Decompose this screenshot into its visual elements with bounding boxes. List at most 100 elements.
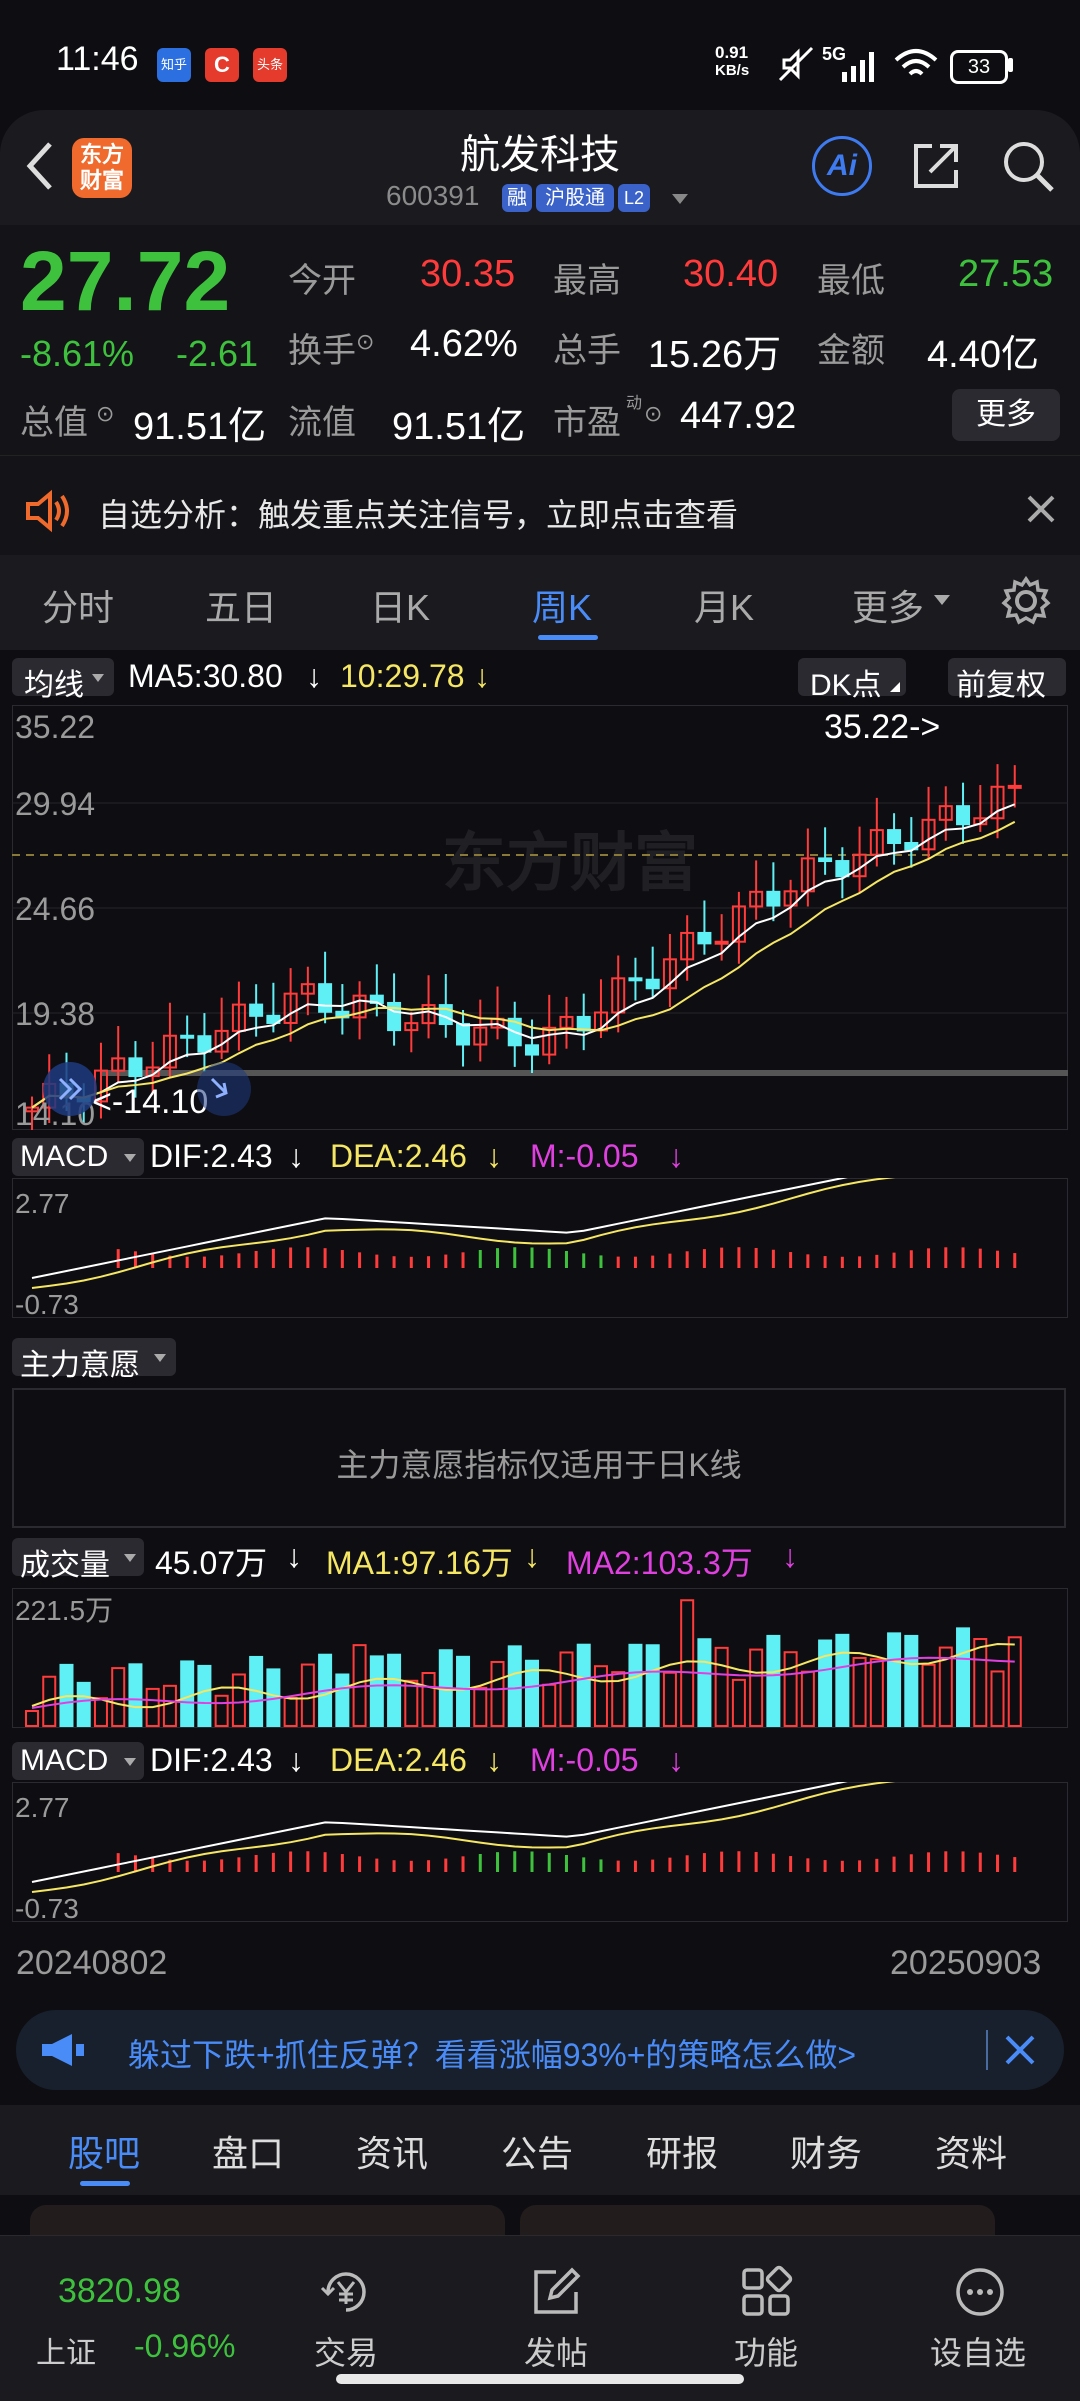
tab-research[interactable]: 研报 — [646, 2125, 718, 2177]
high-label: 最高 — [553, 262, 621, 300]
open-value: 30.35 — [420, 253, 516, 295]
dropdown-icon[interactable] — [934, 593, 950, 605]
high-value: 30.40 — [683, 253, 779, 295]
stock-header: 东方财富 航发科技 600391 融 沪股通 L2 Ai — [0, 110, 1080, 225]
volume-bar — [869, 1658, 884, 1727]
search-icon[interactable] — [1000, 138, 1056, 194]
mainforce-selector-label: 主力意愿 — [20, 1349, 140, 1382]
macd-m: M:-0.05 — [530, 1138, 639, 1174]
watermark: 东方财富 — [442, 827, 698, 899]
info-icon[interactable]: ⊙ — [644, 401, 662, 427]
ma10-value: 10:29.78 — [340, 658, 465, 694]
info-icon[interactable]: ⊙ — [356, 329, 374, 355]
macd2-chart[interactable]: 2.77 -0.73 — [12, 1782, 1068, 1922]
c-app-icon: C — [205, 48, 239, 82]
low-label: 最低 — [817, 262, 885, 300]
volume-bar — [973, 1638, 988, 1727]
share-icon[interactable] — [908, 138, 964, 194]
nav-trade[interactable]: 交易 — [300, 2256, 390, 2376]
index-value: 3820.98 — [58, 2272, 181, 2310]
candle-body — [835, 860, 850, 878]
float-label: 流值 — [288, 404, 356, 442]
candle-body — [697, 931, 712, 945]
dropdown-icon[interactable] — [672, 190, 688, 206]
volume-bar — [800, 1670, 815, 1728]
volume-bar — [1007, 1636, 1022, 1727]
tab-profile[interactable]: 资料 — [935, 2125, 1007, 2177]
nav-add-watchlist-label: 设自选 — [930, 2335, 1027, 2371]
mktcap-label: 总值 — [20, 404, 88, 442]
volume-bar — [956, 1627, 971, 1727]
ma-selector[interactable]: 均线 — [12, 658, 114, 702]
max-price-marker: 35.22-> — [824, 708, 940, 746]
tab-more[interactable]: 更多 — [852, 579, 924, 631]
volume-bar — [369, 1655, 384, 1727]
candle-body — [318, 983, 333, 1013]
signal-notice[interactable]: 自选分析：触发重点关注信号，立即点击查看 — [0, 455, 1080, 566]
ma10-down-arrow: ↓ — [474, 658, 490, 694]
more-button[interactable]: 更多 — [952, 389, 1060, 441]
grid-icon — [742, 2265, 793, 2316]
tab-five-day[interactable]: 五日 — [205, 579, 277, 631]
tab-finance[interactable]: 财务 — [790, 2125, 862, 2177]
tab-weekly-k[interactable]: 周K — [532, 579, 592, 631]
dropdown-icon — [124, 1154, 136, 1162]
dk-button-label: DK点 — [810, 669, 882, 702]
notice-text: 自选分析：触发重点关注信号，立即点击查看 — [98, 497, 739, 533]
macd2-selector-label: MACD — [20, 1744, 109, 1777]
candle-body — [456, 1023, 471, 1046]
volume-bar — [904, 1634, 919, 1728]
volume-bar — [162, 1684, 177, 1727]
tab-announcements[interactable]: 公告 — [501, 2125, 573, 2177]
dea-line — [31, 1178, 896, 1289]
macd-chart[interactable]: 2.77 -0.73 — [12, 1178, 1068, 1318]
candlestick-chart[interactable]: 东方财富 35.22 29.94 24.66 19.38 14.10 35.22… — [12, 705, 1068, 1130]
info-icon[interactable]: ⊙ — [96, 401, 114, 427]
volume-selector[interactable]: 成交量 — [12, 1538, 144, 1582]
volume-bar — [835, 1633, 850, 1727]
bottom-nav: 3820.98 上证 -0.96% 交易 发帖 功能 设自选 — [0, 2235, 1080, 2401]
close-icon[interactable] — [1004, 2034, 1036, 2066]
volume-bar — [818, 1639, 833, 1727]
candle-body — [180, 1034, 195, 1039]
candle-body — [197, 1035, 212, 1053]
dea-arrow: ↓ — [486, 1742, 502, 1778]
volume-bar — [887, 1632, 902, 1727]
close-icon[interactable] — [1026, 494, 1056, 524]
tab-daily-k[interactable]: 日K — [370, 579, 430, 631]
macd2-selector[interactable]: MACD — [12, 1742, 144, 1780]
tab-news[interactable]: 资讯 — [356, 2125, 428, 2177]
nav-post[interactable]: 发帖 — [510, 2256, 600, 2376]
float-value: 91.51亿 — [392, 406, 526, 448]
volume-selector-label: 成交量 — [20, 1549, 110, 1582]
net-speed-value: 0.91 — [715, 43, 749, 62]
more-icon — [956, 2268, 1004, 2316]
tab-monthly-k[interactable]: 月K — [694, 579, 754, 631]
volume-bar — [628, 1643, 643, 1728]
mainforce-selector[interactable]: 主力意愿 — [12, 1338, 176, 1382]
macd-selector[interactable]: MACD — [12, 1138, 144, 1176]
promo-banner[interactable]: 躲过下跌+抓住反弹？看看涨幅93%+的策略怎么做> — [16, 2010, 1064, 2090]
active-tab-indicator — [80, 2181, 130, 2186]
battery-tip — [1008, 58, 1013, 72]
nav-add-watchlist[interactable]: 设自选 — [920, 2256, 1040, 2376]
nav-functions[interactable]: 功能 — [720, 2256, 810, 2376]
volume-bar — [990, 1670, 1005, 1727]
settings-gear-icon[interactable] — [1000, 575, 1052, 627]
volume-chart[interactable]: 221.5万 — [12, 1588, 1068, 1728]
tab-orderbook[interactable]: 盘口 — [212, 2125, 284, 2177]
adjust-button[interactable]: 前复权 — [948, 658, 1066, 702]
y-tick-1: 35.22 — [15, 709, 95, 745]
volume-bar — [766, 1634, 781, 1728]
volume-bar — [645, 1644, 660, 1727]
dk-button[interactable]: DK点 — [798, 658, 906, 702]
tab-forum[interactable]: 股吧 — [68, 2125, 140, 2177]
chart-area: 均线 MA5:30.80 ↓ 10:29.78 ↓ DK点 前复权 东方财富 3… — [0, 650, 1080, 1990]
macd-dea: DEA:2.46 — [330, 1138, 467, 1174]
ai-icon[interactable]: Ai — [812, 136, 872, 196]
dropdown-icon — [154, 1354, 166, 1362]
toutiao-app-icon: 头条 — [253, 48, 287, 82]
tab-intraday[interactable]: 分时 — [42, 579, 114, 631]
turnover-label: 换手 — [288, 332, 356, 370]
mute-icon — [778, 46, 814, 82]
